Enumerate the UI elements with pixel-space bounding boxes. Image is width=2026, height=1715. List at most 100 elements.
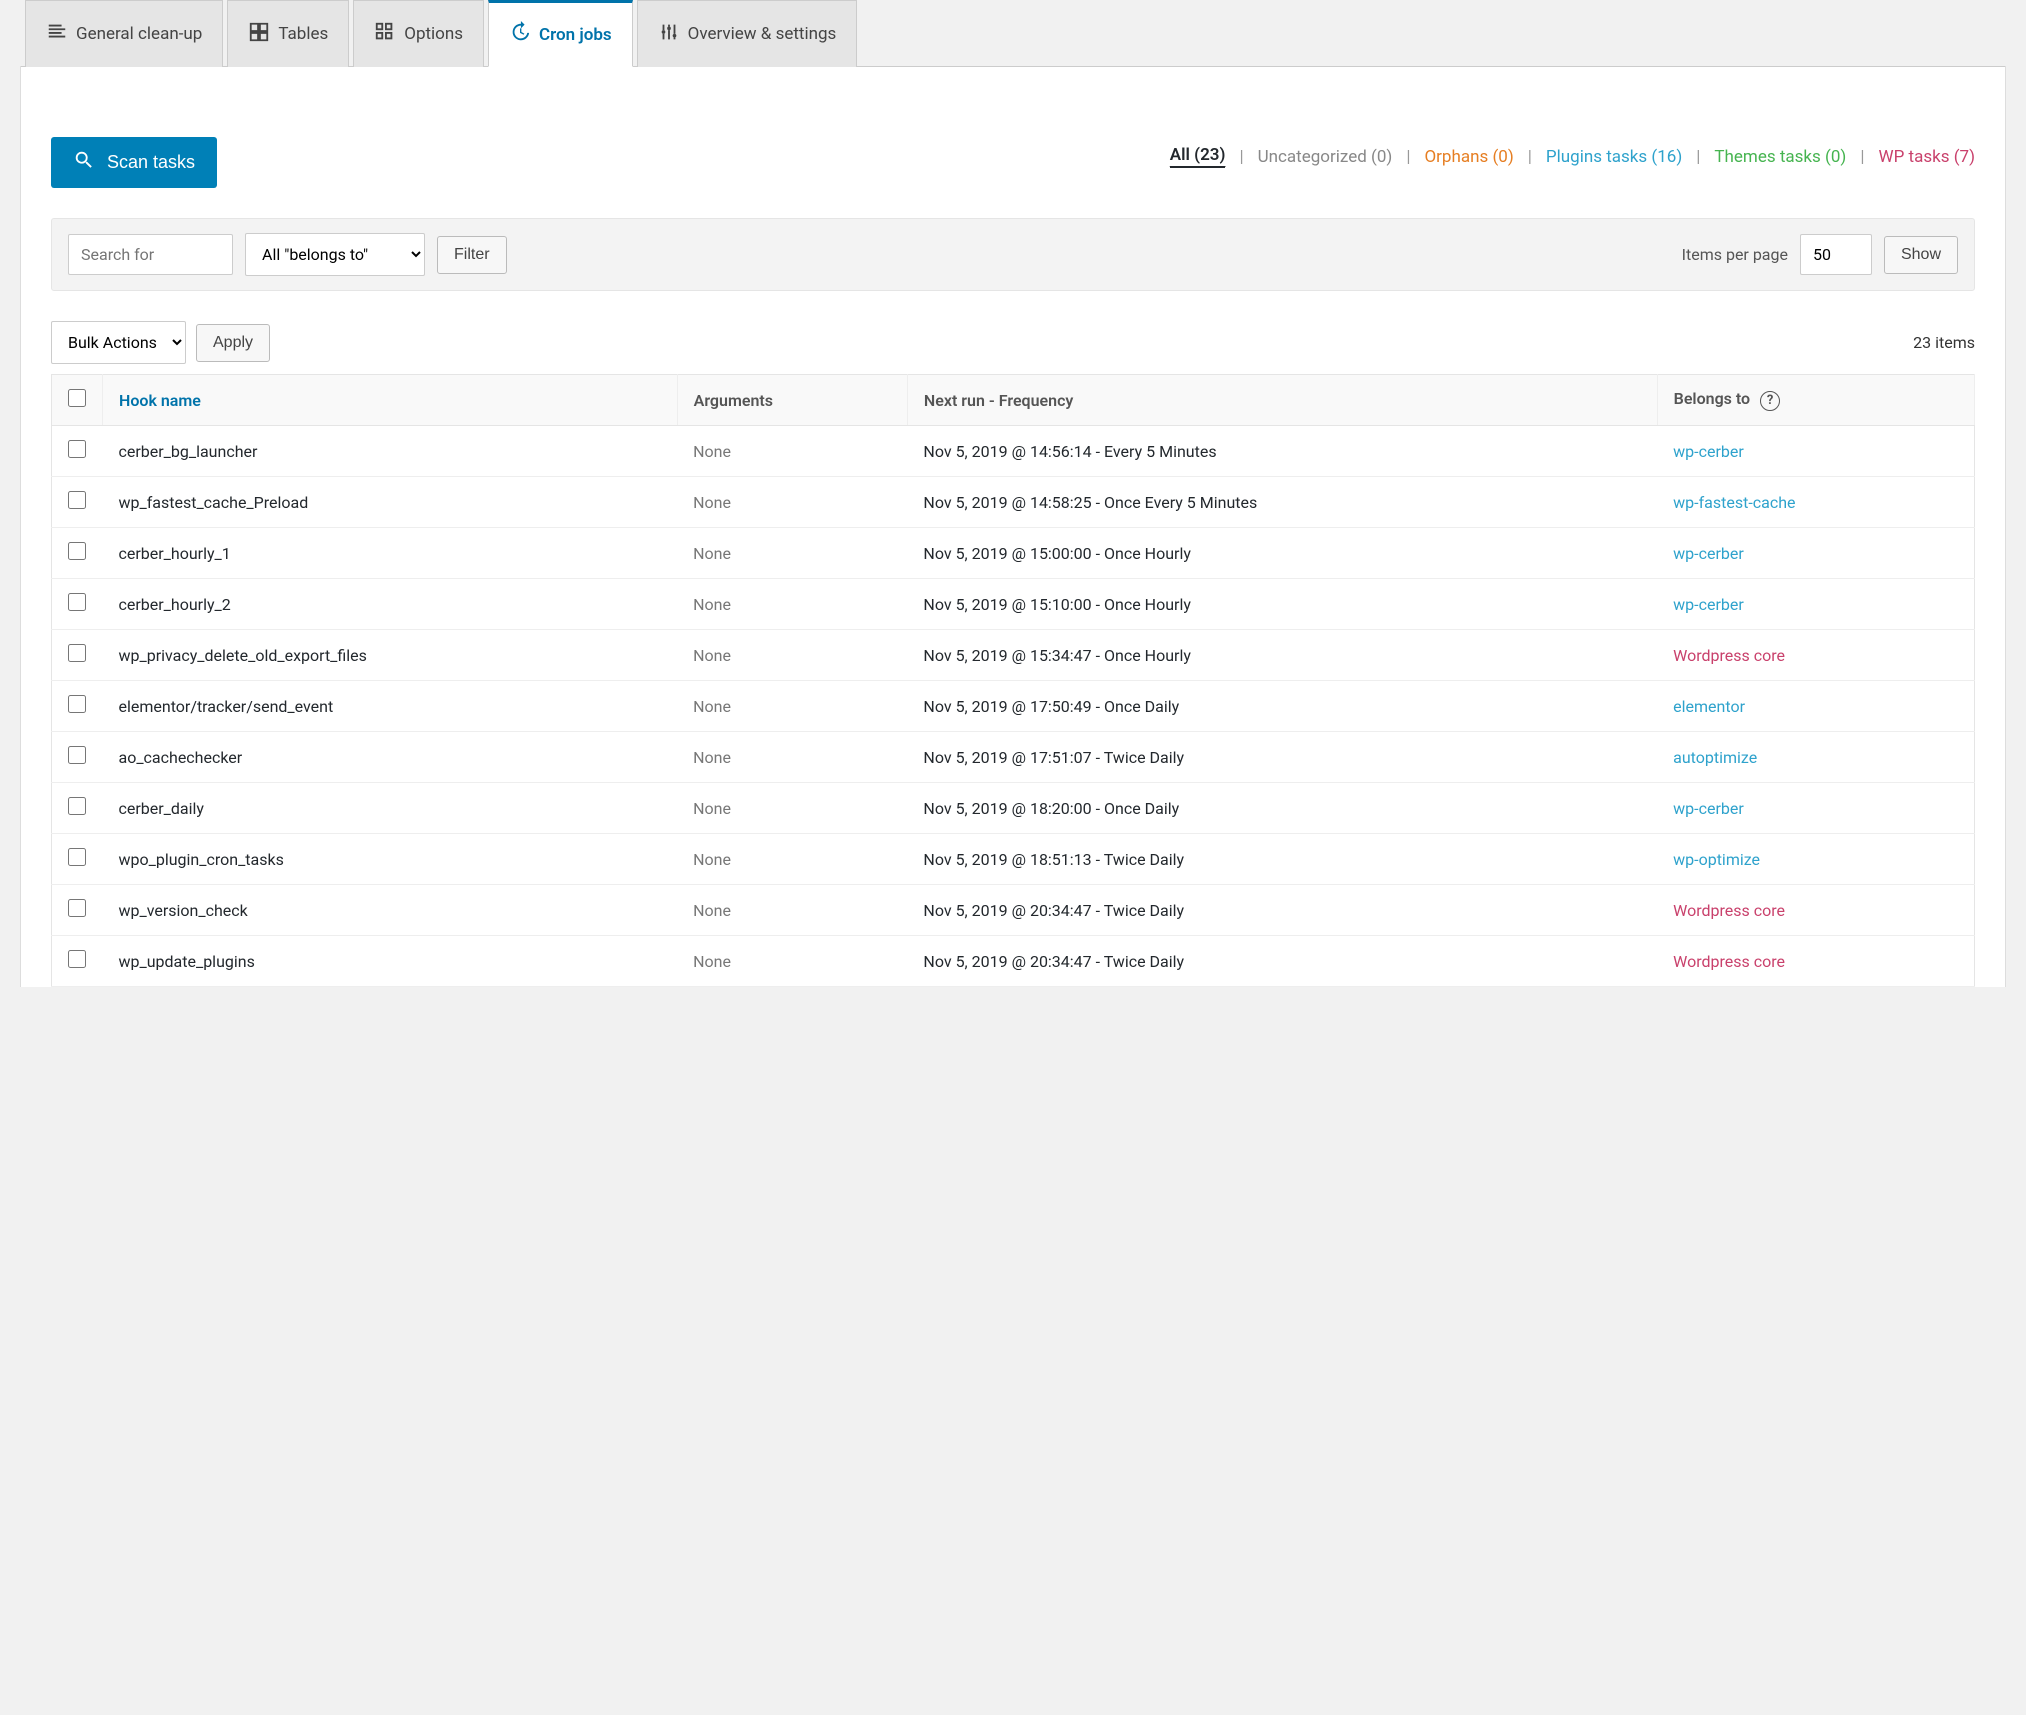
- filter-all[interactable]: All (23): [1170, 145, 1226, 168]
- belongs-link[interactable]: wp-fastest-cache: [1673, 493, 1795, 512]
- tab-general-cleanup[interactable]: General clean-up: [25, 0, 223, 67]
- belongs-link[interactable]: Wordpress core: [1673, 646, 1785, 665]
- args-cell: None: [677, 834, 907, 885]
- table-row: cerber_hourly_1 None Nov 5, 2019 @ 15:00…: [52, 528, 1975, 579]
- hook-cell: wp_fastest_cache_Preload: [103, 477, 678, 528]
- args-cell: None: [677, 936, 907, 987]
- args-cell: None: [677, 579, 907, 630]
- args-cell: None: [677, 477, 907, 528]
- select-all-checkbox[interactable]: [68, 389, 86, 407]
- show-button[interactable]: Show: [1884, 236, 1958, 274]
- nextrun-cell: Nov 5, 2019 @ 18:51:13 - Twice Daily: [907, 834, 1657, 885]
- belongs-link[interactable]: Wordpress core: [1673, 901, 1785, 920]
- row-checkbox[interactable]: [68, 644, 86, 662]
- col-hook[interactable]: Hook name: [103, 375, 678, 426]
- belongs-link[interactable]: wp-optimize: [1673, 850, 1760, 869]
- separator: |: [1239, 147, 1243, 167]
- args-cell: None: [677, 630, 907, 681]
- belongs-link[interactable]: wp-cerber: [1673, 799, 1744, 818]
- sliders-icon: [658, 21, 680, 48]
- row-checkbox[interactable]: [68, 950, 86, 968]
- row-checkbox[interactable]: [68, 491, 86, 509]
- items-per-page-input[interactable]: [1800, 234, 1872, 275]
- belongs-cell: wp-cerber: [1657, 426, 1974, 477]
- table-row: wp_version_check None Nov 5, 2019 @ 20:3…: [52, 885, 1975, 936]
- args-cell: None: [677, 528, 907, 579]
- document-icon: [46, 21, 68, 48]
- nextrun-cell: Nov 5, 2019 @ 20:34:47 - Twice Daily: [907, 885, 1657, 936]
- row-checkbox[interactable]: [68, 542, 86, 560]
- hook-cell: ao_cachechecker: [103, 732, 678, 783]
- tab-overview-settings[interactable]: Overview & settings: [637, 0, 858, 67]
- belongs-link[interactable]: wp-cerber: [1673, 442, 1744, 461]
- row-checkbox[interactable]: [68, 797, 86, 815]
- table-row: cerber_hourly_2 None Nov 5, 2019 @ 15:10…: [52, 579, 1975, 630]
- filter-button[interactable]: Filter: [437, 236, 507, 274]
- filter-wp[interactable]: WP tasks (7): [1878, 147, 1975, 167]
- search-icon: [73, 149, 95, 176]
- row-checkbox[interactable]: [68, 593, 86, 611]
- filter-themes[interactable]: Themes tasks (0): [1714, 147, 1846, 167]
- tab-cron-jobs[interactable]: Cron jobs: [488, 0, 633, 67]
- belongs-link[interactable]: autoptimize: [1673, 748, 1757, 767]
- history-icon: [509, 21, 531, 48]
- belongs-cell: wp-fastest-cache: [1657, 477, 1974, 528]
- belongs-cell: Wordpress core: [1657, 885, 1974, 936]
- scan-tasks-button[interactable]: Scan tasks: [51, 137, 217, 188]
- bulk-actions-select[interactable]: Bulk Actions: [51, 321, 186, 364]
- belongs-link[interactable]: wp-cerber: [1673, 544, 1744, 563]
- col-belongs: Belongs to ?: [1657, 375, 1974, 426]
- row-checkbox[interactable]: [68, 440, 86, 458]
- filter-uncategorized[interactable]: Uncategorized (0): [1258, 147, 1393, 167]
- hook-cell: cerber_bg_launcher: [103, 426, 678, 477]
- table-row: wp_fastest_cache_Preload None Nov 5, 201…: [52, 477, 1975, 528]
- hook-cell: wp_update_plugins: [103, 936, 678, 987]
- col-nextrun: Next run - Frequency: [907, 375, 1657, 426]
- scan-label: Scan tasks: [107, 152, 195, 173]
- belongs-to-select[interactable]: All "belongs to": [245, 233, 425, 276]
- row-checkbox[interactable]: [68, 848, 86, 866]
- filter-orphans[interactable]: Orphans (0): [1424, 147, 1513, 167]
- tab-label: Tables: [278, 24, 328, 44]
- hook-cell: wp_privacy_delete_old_export_files: [103, 630, 678, 681]
- belongs-cell: elementor: [1657, 681, 1974, 732]
- grid-icon: [248, 21, 270, 48]
- belongs-cell: wp-optimize: [1657, 834, 1974, 885]
- belongs-link[interactable]: elementor: [1673, 697, 1745, 716]
- search-input[interactable]: [68, 234, 233, 275]
- tab-tables[interactable]: Tables: [227, 0, 349, 67]
- col-args: Arguments: [677, 375, 907, 426]
- table-row: elementor/tracker/send_event None Nov 5,…: [52, 681, 1975, 732]
- row-checkbox[interactable]: [68, 695, 86, 713]
- belongs-link[interactable]: Wordpress core: [1673, 952, 1785, 971]
- args-cell: None: [677, 426, 907, 477]
- hook-cell: cerber_daily: [103, 783, 678, 834]
- belongs-cell: autoptimize: [1657, 732, 1974, 783]
- nextrun-cell: Nov 5, 2019 @ 15:10:00 - Once Hourly: [907, 579, 1657, 630]
- help-icon[interactable]: ?: [1760, 391, 1780, 411]
- separator: |: [1406, 147, 1410, 167]
- nextrun-cell: Nov 5, 2019 @ 14:56:14 - Every 5 Minutes: [907, 426, 1657, 477]
- table-row: wp_privacy_delete_old_export_files None …: [52, 630, 1975, 681]
- belongs-cell: wp-cerber: [1657, 783, 1974, 834]
- tab-bar: General clean-up Tables Options Cron job…: [20, 0, 2026, 67]
- filter-links: All (23) | Uncategorized (0) | Orphans (…: [1170, 145, 1975, 168]
- filter-plugins[interactable]: Plugins tasks (16): [1546, 147, 1682, 167]
- args-cell: None: [677, 885, 907, 936]
- belongs-cell: Wordpress core: [1657, 630, 1974, 681]
- tab-label: General clean-up: [76, 24, 202, 44]
- belongs-cell: Wordpress core: [1657, 936, 1974, 987]
- tab-label: Overview & settings: [688, 24, 837, 44]
- bulk-row: Bulk Actions Apply 23 items: [51, 321, 1975, 364]
- tab-options[interactable]: Options: [353, 0, 484, 67]
- apply-button[interactable]: Apply: [196, 324, 270, 362]
- belongs-link[interactable]: wp-cerber: [1673, 595, 1744, 614]
- table-row: cerber_daily None Nov 5, 2019 @ 18:20:00…: [52, 783, 1975, 834]
- hook-cell: wpo_plugin_cron_tasks: [103, 834, 678, 885]
- table-row: cerber_bg_launcher None Nov 5, 2019 @ 14…: [52, 426, 1975, 477]
- row-checkbox[interactable]: [68, 899, 86, 917]
- row-checkbox[interactable]: [68, 746, 86, 764]
- nextrun-cell: Nov 5, 2019 @ 20:34:47 - Twice Daily: [907, 936, 1657, 987]
- hook-cell: cerber_hourly_1: [103, 528, 678, 579]
- belongs-cell: wp-cerber: [1657, 579, 1974, 630]
